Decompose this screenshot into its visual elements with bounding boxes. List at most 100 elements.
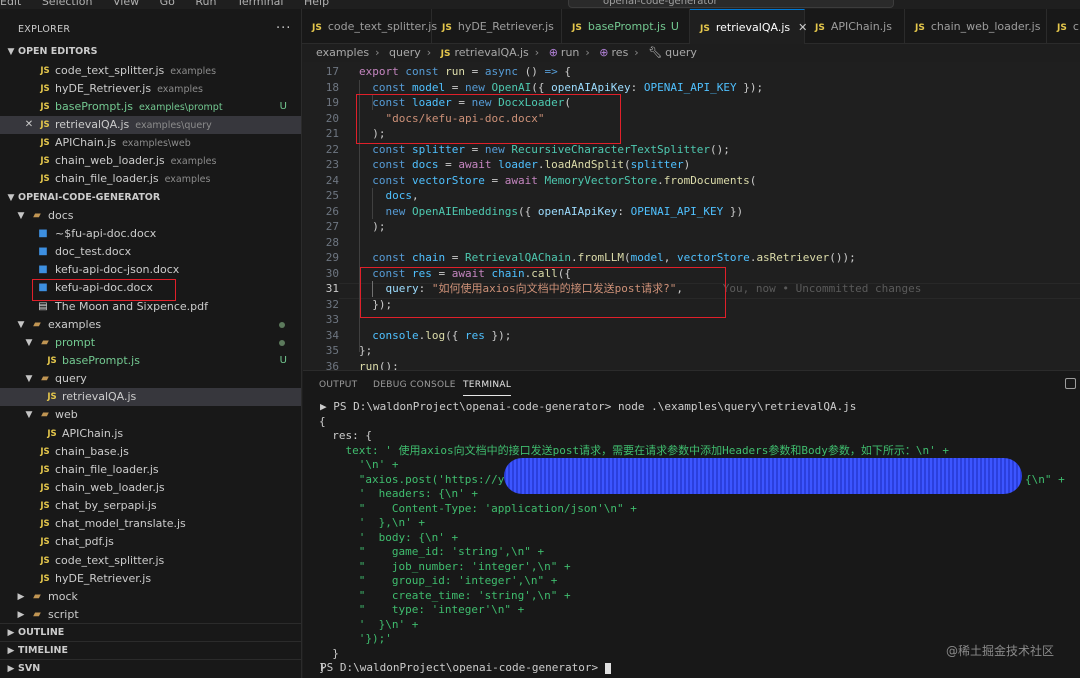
terminal-line: " Content-Type: 'application/json'\n" + xyxy=(319,501,637,515)
code-editor[interactable]: 17 18 19 20 21 22 23 24 25 26 27 28 29 3… xyxy=(303,62,1080,370)
tab-terminal[interactable]: TERMINAL xyxy=(463,380,512,396)
breadcrumb-file[interactable]: retrievalQA.js xyxy=(455,46,529,59)
tab-api-chain[interactable]: JS APIChain.js xyxy=(805,9,905,44)
javascript-file-icon: JS xyxy=(700,24,710,34)
folder-query[interactable]: ▼ ▰ query xyxy=(0,370,301,388)
line-number: 28 xyxy=(325,235,339,249)
terminal-prompt[interactable]: PS D:\waldonProject\openai-code-generato… xyxy=(320,661,611,676)
tab-retrieval-qa[interactable]: JS retrievalQA.js ✕ xyxy=(690,9,807,44)
tab-code-text-splitter[interactable]: JS code_text_splitter.js xyxy=(302,9,437,44)
javascript-file-icon: JS xyxy=(40,102,50,112)
file-item[interactable]: JS basePrompt.js U xyxy=(0,352,301,370)
tab-overflow[interactable]: JS c xyxy=(1047,9,1080,44)
menu-help[interactable]: Help xyxy=(304,0,329,8)
open-editor-item[interactable]: JS code_text_splitter.js examples xyxy=(0,62,301,80)
line-number: 19 xyxy=(325,96,339,109)
tab-output[interactable]: OUTPUT xyxy=(319,380,357,390)
folder-web[interactable]: ▼ ▰ web xyxy=(0,406,301,424)
code-line: console.log({ res }); xyxy=(372,328,512,342)
menu-view[interactable]: View xyxy=(113,0,139,8)
file-item[interactable]: ■ doc_test.docx xyxy=(0,243,301,261)
folder-icon: ▰ xyxy=(33,210,41,221)
open-editor-item[interactable]: JS basePrompt.js examples\prompt U xyxy=(0,98,301,116)
svn-section[interactable]: ▶ SVN xyxy=(0,659,301,677)
breadcrumb-query[interactable]: query xyxy=(389,46,421,59)
file-item[interactable]: JS chain_base.js xyxy=(0,443,301,461)
folder-script[interactable]: ▶ ▰ script xyxy=(0,606,301,624)
file-item[interactable]: ▤ The Moon and Sixpence.pdf xyxy=(0,298,301,316)
chevron-down-icon: ▼ xyxy=(25,338,33,348)
menu-edit[interactable]: Edit xyxy=(0,0,21,8)
terminal-line: res: { xyxy=(319,429,372,442)
folder-mock[interactable]: ▶ ▰ mock xyxy=(0,588,301,606)
file-item[interactable]: JS chat_by_serpapi.js xyxy=(0,497,301,515)
watermark: @稀土掘金技术社区 xyxy=(946,644,1055,658)
tab-debug-console[interactable]: DEBUG CONSOLE xyxy=(373,380,456,390)
menu-run[interactable]: Run xyxy=(195,0,216,8)
javascript-file-icon: JS xyxy=(40,519,50,529)
timeline-section[interactable]: ▶ TIMELINE xyxy=(0,641,301,659)
file-item[interactable]: JS APIChain.js xyxy=(0,425,301,443)
terminal-line: " type: 'integer'\n" + xyxy=(319,603,525,616)
outline-section[interactable]: ▶ OUTLINE xyxy=(0,623,301,641)
javascript-file-icon: JS xyxy=(440,49,451,59)
terminal-icon[interactable] xyxy=(1065,378,1076,389)
file-item[interactable]: JS chat_pdf.js xyxy=(0,533,301,551)
terminal-line: " job_number: 'integer',\n" + xyxy=(319,559,571,573)
line-number: 20 xyxy=(325,111,339,125)
file-item-active[interactable]: JS retrievalQA.js xyxy=(0,388,301,406)
tab-chain-web-loader[interactable]: JS chain_web_loader.js xyxy=(905,9,1047,44)
more-actions-icon[interactable]: ··· xyxy=(276,21,291,36)
open-editor-item-active[interactable]: ✕ JS retrievalQA.js examples\query xyxy=(0,116,301,134)
open-editors-section[interactable]: ▼ OPEN EDITORS xyxy=(0,43,301,61)
file-item[interactable]: ■ kefu-api-doc-json.docx xyxy=(0,261,301,279)
file-item[interactable]: JS code_text_splitter.js xyxy=(0,552,301,570)
breadcrumb-examples[interactable]: examples xyxy=(316,46,369,59)
folder-docs[interactable]: ▼ ▰ docs xyxy=(0,207,301,225)
folder-examples[interactable]: ▼ ▰ examples xyxy=(0,316,301,334)
pdf-file-icon: ▤ xyxy=(38,301,48,312)
file-item[interactable]: ■ ~$fu-api-doc.docx xyxy=(0,225,301,243)
project-section[interactable]: ▼ OPENAI-CODE-GENERATOR xyxy=(0,189,301,207)
line-number: 35 xyxy=(325,344,339,357)
menu-terminal[interactable]: Terminal xyxy=(237,0,284,8)
terminal-line-tail: {\n" + xyxy=(1025,472,1065,486)
terminal-line: ' body: {\n' + xyxy=(319,530,459,544)
code-line: }; xyxy=(359,344,373,357)
chevron-down-icon: ▼ xyxy=(17,320,25,330)
terminal-line: ▶ PS D:\waldonProject\openai-code-genera… xyxy=(320,400,857,413)
folder-icon: ▰ xyxy=(33,609,41,620)
terminal-output[interactable]: ▶ PS D:\waldonProject\openai-code-genera… xyxy=(303,400,1080,678)
terminal-line: } xyxy=(319,646,339,660)
file-item[interactable]: JS chain_web_loader.js xyxy=(0,479,301,497)
line-number: 26 xyxy=(325,204,339,218)
chevron-down-icon: ▼ xyxy=(17,211,25,221)
open-editor-item[interactable]: JS hyDE_Retriever.js examples xyxy=(0,80,301,98)
menu-go[interactable]: Go xyxy=(160,0,175,8)
code-line: export const run = async () => { xyxy=(359,65,571,78)
folder-prompt[interactable]: ▼ ▰ prompt xyxy=(0,334,301,352)
breadcrumb-res[interactable]: res xyxy=(612,46,629,59)
redaction-scribble xyxy=(504,458,1022,494)
breadcrumb-run[interactable]: run xyxy=(561,46,579,59)
code-line: const vectorStore = await MemoryVectorSt… xyxy=(372,173,757,187)
javascript-file-icon: JS xyxy=(312,23,322,33)
tab-hyde-retriever[interactable]: JS hyDE_Retriever.js xyxy=(432,9,562,44)
code-line: ); xyxy=(359,220,386,233)
file-item[interactable]: JS hyDE_Retriever.js xyxy=(0,570,301,588)
open-editor-item[interactable]: JS chain_web_loader.js examples xyxy=(0,152,301,170)
menu-selection[interactable]: Selection xyxy=(42,0,93,8)
line-number: 25 xyxy=(325,189,339,202)
line-number: 24 xyxy=(325,173,339,187)
open-editor-item[interactable]: JS chain_file_loader.js examples xyxy=(0,170,301,188)
tab-base-prompt[interactable]: JS basePrompt.js U xyxy=(562,9,690,44)
javascript-file-icon: JS xyxy=(815,23,825,33)
chevron-right-icon: ▶ xyxy=(7,628,15,638)
open-editor-item[interactable]: JS APIChain.js examples\web xyxy=(0,134,301,152)
file-item[interactable]: JS chain_file_loader.js xyxy=(0,461,301,479)
file-item[interactable]: JS chat_model_translate.js xyxy=(0,515,301,533)
close-icon[interactable]: ✕ xyxy=(22,116,36,134)
command-center[interactable]: openai-code-generator xyxy=(568,0,894,8)
breadcrumb-query-prop[interactable]: query xyxy=(665,46,697,59)
folder-icon: ▰ xyxy=(41,409,49,420)
